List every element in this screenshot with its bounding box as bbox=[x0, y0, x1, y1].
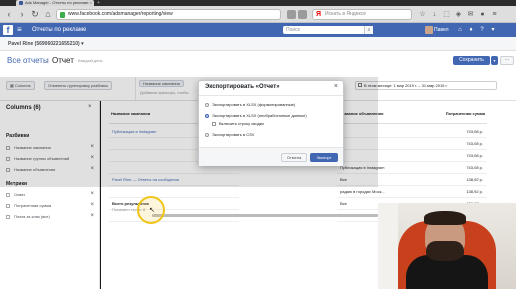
schedule-label[interactable]: Каждый день bbox=[78, 58, 103, 63]
remove-icon[interactable]: × bbox=[90, 213, 94, 219]
table-cell-spent: 138,92 р. bbox=[395, 174, 487, 186]
fb-search-placeholder: Поиск bbox=[286, 27, 300, 33]
radio-button[interactable] bbox=[205, 133, 209, 137]
browser-menu-icon[interactable]: ≡ bbox=[490, 10, 499, 19]
extension-icon[interactable] bbox=[287, 10, 296, 19]
back-icon[interactable]: ‹ bbox=[3, 8, 15, 20]
mouse-cursor-icon: ↖ bbox=[149, 207, 155, 214]
include-summary-row-option[interactable]: Включить строку сводки bbox=[212, 121, 347, 128]
export-csv-option[interactable]: Экспортировать в CSV bbox=[205, 132, 340, 139]
help-icon[interactable]: ? bbox=[478, 26, 486, 34]
shield-icon[interactable]: ◈ bbox=[454, 10, 463, 19]
cancel-button[interactable]: Отмена bbox=[281, 153, 307, 162]
notifications-icon[interactable]: ♦ bbox=[467, 26, 475, 34]
table-cell-spent: 743,08 р. bbox=[395, 162, 487, 174]
table-cell-campaign bbox=[109, 186, 239, 198]
address-url: www.facebook.com/adsmanager/reporting/vi… bbox=[68, 11, 173, 17]
recording-watermark: RECORDED WITH bbox=[4, 281, 50, 287]
save-options-chevron-icon[interactable]: ▾ bbox=[491, 56, 498, 65]
facebook-logo-icon[interactable]: f bbox=[3, 25, 13, 35]
lock-icon bbox=[60, 12, 65, 18]
metric-label: Потраченная сумма bbox=[14, 203, 52, 208]
more-button[interactable]: ··· bbox=[500, 56, 514, 65]
dialog-header: Экспортировать «Отчет» × bbox=[199, 81, 343, 96]
yandex-logo-icon: Я bbox=[316, 11, 322, 18]
metric-label: Охват bbox=[14, 192, 26, 197]
hamburger-menu-icon[interactable]: ≡ bbox=[17, 25, 22, 35]
horizontal-scrollbar[interactable] bbox=[152, 214, 378, 217]
presenter-hair bbox=[424, 211, 466, 225]
webcam-overlay bbox=[378, 203, 516, 289]
dialog-title: Экспортировать «Отчет» bbox=[205, 84, 280, 90]
browser-toolbar: ‹ › ↻ ⌂ www.facebook.com/adsmanager/repo… bbox=[0, 6, 516, 23]
table-cell-spent: 743,08 р. bbox=[395, 126, 487, 138]
search-icon[interactable]: ⌕ bbox=[364, 26, 373, 34]
radio-button[interactable] bbox=[205, 103, 209, 107]
account-name: Pavel Rine (569060221655210) bbox=[8, 41, 80, 47]
yandex-search-placeholder: Искать в Яндексе bbox=[325, 11, 366, 17]
checkbox[interactable] bbox=[6, 215, 10, 219]
table-cell-spent: 138,92 р. bbox=[395, 186, 487, 198]
checkbox[interactable] bbox=[6, 204, 10, 208]
avatar[interactable] bbox=[425, 26, 433, 34]
close-icon[interactable]: × bbox=[334, 83, 338, 90]
reload-icon[interactable]: ↻ bbox=[29, 8, 41, 20]
option-label: Экспортировать в CSV bbox=[212, 132, 255, 137]
bookmarks-icon[interactable]: ☆ bbox=[418, 10, 427, 19]
facebook-header: f ≡ Отчеты по рекламе Поиск ⌕ Павел ⌂ ♦ … bbox=[0, 23, 516, 37]
yandex-search-input[interactable]: Я Искать в Яндексе bbox=[312, 9, 412, 20]
breadcrumb-separator: › bbox=[46, 56, 49, 65]
address-bar[interactable]: www.facebook.com/adsmanager/reporting/vi… bbox=[56, 9, 281, 20]
user-name[interactable]: Павел bbox=[434, 23, 449, 37]
metric-item[interactable]: Плата за клик (все) × bbox=[6, 213, 96, 222]
remove-icon[interactable]: × bbox=[90, 191, 94, 197]
chevron-down-icon[interactable]: ▾ bbox=[489, 26, 497, 34]
home-nav-icon[interactable]: ⌂ bbox=[456, 26, 464, 34]
forward-icon[interactable]: › bbox=[16, 8, 28, 20]
metric-item[interactable]: Охват × bbox=[6, 191, 96, 200]
option-label: Включить строку сводки bbox=[219, 121, 264, 126]
background-wall bbox=[378, 203, 398, 289]
export-xlsx-raw-option[interactable]: Экспортировать в XLSX (необработанные да… bbox=[205, 113, 340, 120]
radio-button-selected[interactable] bbox=[205, 114, 209, 118]
checkbox[interactable] bbox=[6, 193, 10, 197]
browser-tab-title: Ads Manager - Отчеты по рекламе bbox=[25, 0, 89, 5]
app-title: Отчеты по рекламе bbox=[32, 27, 87, 33]
remove-icon[interactable]: × bbox=[90, 202, 94, 208]
table-cell-spent: 743,08 р. bbox=[395, 150, 487, 162]
mail-icon[interactable]: ✉ bbox=[466, 10, 475, 19]
option-label: Экспортировать в XLSX (форматированные) bbox=[212, 102, 296, 107]
extension-icons bbox=[287, 10, 309, 19]
downloads-icon[interactable]: ↓ bbox=[430, 10, 439, 19]
metric-item[interactable]: Потраченная сумма × bbox=[6, 202, 96, 211]
presenter-beard bbox=[426, 241, 464, 261]
checkbox[interactable] bbox=[212, 122, 216, 126]
fb-search-input[interactable]: Поиск ⌕ bbox=[283, 26, 373, 34]
export-dialog: Экспортировать «Отчет» × Экспортировать … bbox=[198, 80, 344, 166]
facebook-favicon-icon bbox=[19, 1, 23, 5]
account-bar: Pavel Rine (569060221655210) ▾ bbox=[0, 37, 516, 51]
table-cell-spent: 743,08 р. bbox=[395, 138, 487, 150]
dialog-footer: Отмена Экспорт bbox=[199, 147, 343, 166]
extension-puzzle-icon[interactable]: ⬚ bbox=[442, 10, 451, 19]
save-button[interactable]: Сохранить bbox=[453, 56, 490, 65]
export-button[interactable]: Экспорт bbox=[310, 153, 338, 162]
home-icon[interactable]: ⌂ bbox=[42, 8, 54, 20]
column-header-spent[interactable]: Потраченная сумма bbox=[395, 109, 487, 124]
page-title: Отчет bbox=[52, 56, 74, 65]
page-header: Все отчеты › Отчет Каждый день Сохранить… bbox=[0, 51, 516, 77]
breadcrumb-all-reports[interactable]: Все отчеты bbox=[7, 56, 49, 65]
profile-icon[interactable]: ● bbox=[478, 10, 487, 19]
table-cell-ad[interactable]: радаю в городах Моск... bbox=[337, 186, 395, 198]
export-xlsx-formatted-option[interactable]: Экспортировать в XLSX (форматированные) bbox=[205, 102, 340, 109]
option-label: Экспортировать в XLSX (необработанные да… bbox=[212, 113, 307, 118]
account-selector[interactable]: Pavel Rine (569060221655210) ▾ bbox=[8, 37, 84, 51]
extension-icon[interactable] bbox=[298, 10, 307, 19]
metric-label: Плата за клик (все) bbox=[14, 214, 50, 219]
